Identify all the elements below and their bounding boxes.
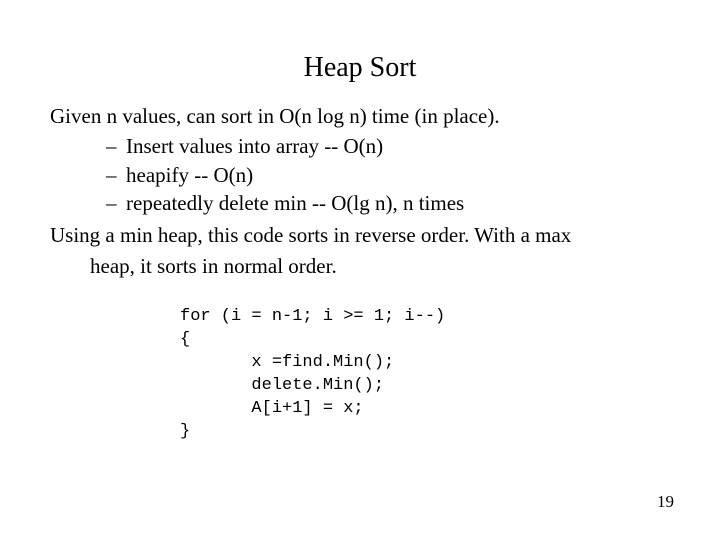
list-item: heapify -- O(n) — [106, 161, 670, 189]
slide-title: Heap Sort — [0, 0, 720, 84]
page-number: 19 — [657, 492, 674, 512]
list-item: repeatedly delete min -- O(lg n), n time… — [106, 189, 670, 217]
code-block: for (i = n-1; i >= 1; i--) { x =find.Min… — [180, 306, 670, 444]
slide-body: Given n values, can sort in O(n log n) t… — [0, 84, 720, 444]
closing-line-1: Using a min heap, this code sorts in rev… — [50, 221, 670, 249]
list-item: Insert values into array -- O(n) — [106, 132, 670, 160]
closing-line-2: heap, it sorts in normal order. — [50, 252, 670, 280]
intro-line: Given n values, can sort in O(n log n) t… — [50, 102, 670, 130]
slide: Heap Sort Given n values, can sort in O(… — [0, 0, 720, 540]
bullet-list: Insert values into array -- O(n) heapify… — [50, 132, 670, 217]
